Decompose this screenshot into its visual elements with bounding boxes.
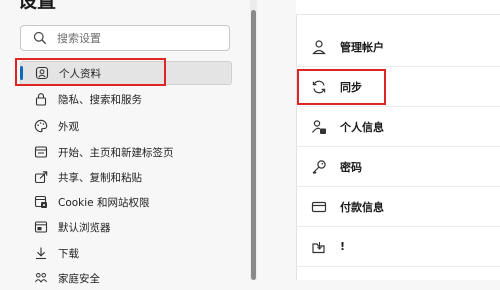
profile-card-edge	[296, 0, 500, 15]
page-title: 设置	[18, 0, 57, 12]
row-label: 个人信息	[340, 120, 384, 134]
row-label: 密码	[340, 160, 362, 174]
search-input[interactable]	[57, 29, 217, 47]
person-icon	[312, 39, 326, 54]
sidebar-item-privacy[interactable]: 隐私、搜索和服务	[20, 87, 232, 111]
appearance-icon	[34, 119, 48, 133]
card-icon	[311, 201, 327, 212]
import-browser-data-row[interactable]: !	[296, 227, 500, 267]
sidebar-item-default-browser[interactable]: 默认浏览器	[20, 215, 232, 239]
active-indicator	[20, 66, 23, 80]
row-label: !	[340, 240, 346, 253]
family-icon	[34, 273, 48, 283]
default-browser-icon	[34, 221, 48, 233]
sidebar-item-start-home-newtab[interactable]: 开始、主页和新建标签页	[20, 140, 232, 164]
sidebar-item-label: 开始、主页和新建标签页	[58, 146, 174, 159]
sidebar-item-profile[interactable]: 个人资料	[20, 61, 232, 85]
sidebar-item-family-safety[interactable]: 家庭安全	[20, 266, 232, 290]
home-tab-icon	[34, 146, 48, 158]
sidebar-item-downloads[interactable]: 下载	[20, 241, 232, 265]
sidebar-item-label: 家庭安全	[58, 272, 100, 285]
sidebar-item-label: 下载	[58, 247, 79, 260]
row-label: 付款信息	[340, 200, 384, 214]
payment-info-row[interactable]: 付款信息	[296, 187, 500, 227]
sidebar-item-label: 共享、复制和粘贴	[58, 171, 142, 184]
sidebar-item-label: 个人资料	[59, 67, 101, 80]
key-icon	[312, 159, 326, 174]
sidebar-scrollbar-thumb[interactable]	[251, 10, 256, 280]
sidebar-item-share-copy-paste[interactable]: 共享、复制和粘贴	[20, 165, 232, 189]
search-icon	[33, 31, 47, 45]
sidebar-item-label: 隐私、搜索和服务	[58, 93, 142, 106]
share-icon	[34, 171, 48, 184]
sidebar-item-appearance[interactable]: 外观	[20, 114, 232, 138]
passwords-row[interactable]: 密码	[296, 147, 500, 187]
profile-icon	[35, 66, 49, 80]
row-label: 管理帐户	[340, 40, 384, 54]
personal-info-icon	[312, 119, 326, 134]
row-label: 同步	[340, 80, 362, 94]
sidebar-item-label: 默认浏览器	[58, 221, 111, 234]
site-permissions-icon	[34, 195, 47, 208]
sidebar-item-label: 外观	[58, 120, 79, 133]
sidebar-item-cookies-site-permissions[interactable]: Cookie 和网站权限	[20, 190, 232, 214]
settings-sidebar: 设置 个人资料 隐私、搜索和服务 外观	[0, 0, 242, 285]
personal-info-row[interactable]: 个人信息	[296, 107, 500, 147]
search-box[interactable]	[20, 25, 230, 51]
import-icon	[312, 241, 325, 253]
sync-icon	[312, 80, 326, 93]
sidebar-item-label: Cookie 和网站权限	[58, 196, 150, 209]
lock-icon	[35, 93, 47, 106]
sync-row[interactable]: 同步	[296, 67, 500, 107]
manage-account-row[interactable]: 管理帐户	[296, 27, 500, 67]
download-icon	[36, 247, 46, 260]
